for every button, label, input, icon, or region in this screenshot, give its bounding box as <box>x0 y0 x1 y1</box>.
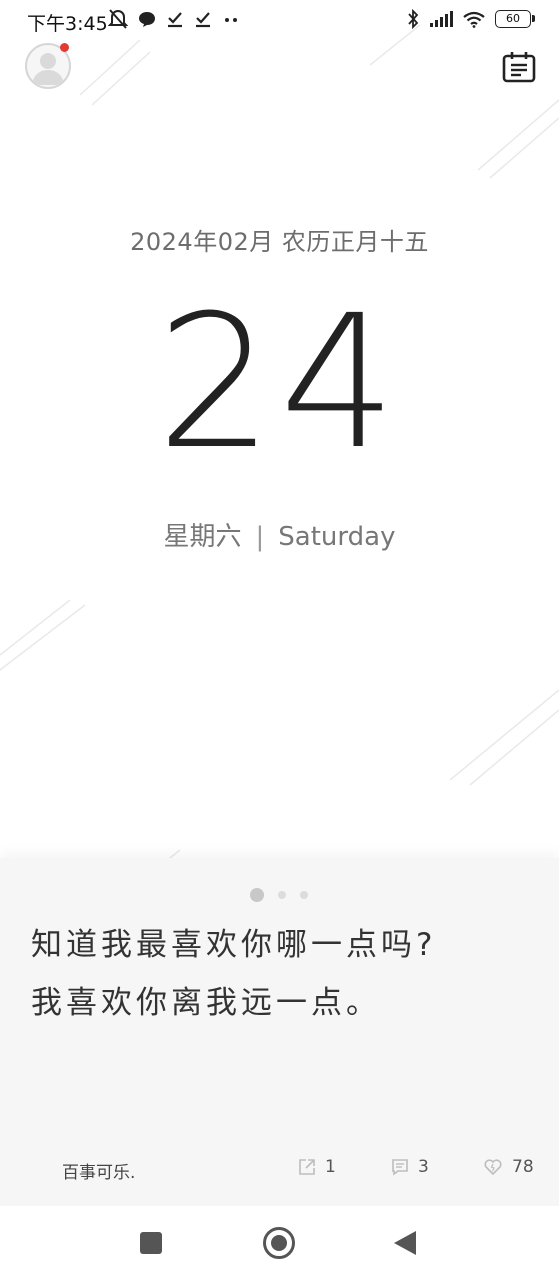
signal-icon <box>430 11 453 27</box>
share-icon <box>299 1159 315 1175</box>
quote-author[interactable]: 百事可乐. <box>62 1158 135 1183</box>
recents-button[interactable] <box>140 1232 162 1254</box>
bell-muted-icon <box>108 9 128 29</box>
date-and-lunar: 2024年02月 农历正月十五 <box>130 228 429 256</box>
share-count: 1 <box>325 1157 336 1177</box>
back-button[interactable] <box>394 1231 416 1255</box>
quote-text: 知道我最喜欢你哪一点吗? 我喜欢你离我远一点。 <box>31 916 541 1032</box>
status-right-icons: 60 <box>406 9 535 29</box>
status-left-icons <box>108 8 240 30</box>
comment-count: 3 <box>418 1157 429 1177</box>
quote-panel[interactable]: 知道我最喜欢你哪一点吗? 我喜欢你离我远一点。 百事可乐. 1 3 78 <box>0 858 559 1206</box>
weekday-chinese: 星期六 <box>163 522 242 552</box>
weekday-separator: | <box>255 522 265 552</box>
calendar-button[interactable] <box>501 50 537 84</box>
weekday-english: Saturday <box>278 522 396 552</box>
like-count: 78 <box>512 1157 534 1177</box>
page-dot-1 <box>250 888 264 902</box>
home-button[interactable] <box>263 1227 295 1259</box>
check-download-icon <box>168 12 182 28</box>
page-indicator <box>250 888 308 902</box>
comment-icon <box>392 1159 408 1176</box>
like-button[interactable]: 78 <box>483 1157 534 1177</box>
page-dot-3 <box>300 891 308 899</box>
system-nav-bar <box>0 1206 559 1280</box>
share-button[interactable]: 1 <box>298 1157 336 1177</box>
heart-icon <box>484 1159 502 1176</box>
calendar-card: 2024年02月 农历正月十五 24 星期六 | Saturday <box>0 0 559 858</box>
status-bar: 下午3:45 60 <box>0 0 559 40</box>
wifi-icon <box>463 11 485 28</box>
notification-dot <box>60 43 69 52</box>
comment-button[interactable]: 3 <box>391 1157 429 1177</box>
bluetooth-icon <box>408 9 419 29</box>
page-dot-2 <box>278 891 286 899</box>
weekday-line: 星期六 | Saturday <box>0 516 559 553</box>
quote-line-1: 知道我最喜欢你哪一点吗? <box>31 927 437 963</box>
check-download-icon-2 <box>196 12 210 28</box>
quote-footer: 百事可乐. 1 3 78 <box>0 1148 559 1188</box>
status-time: 下午3:45 <box>27 13 108 35</box>
day-number: 24 <box>156 276 403 490</box>
calendar-list-icon <box>502 52 536 83</box>
more-dots-icon <box>225 18 237 22</box>
message-bubble-icon <box>139 12 155 27</box>
quote-line-2: 我喜欢你离我远一点。 <box>31 985 381 1021</box>
battery-indicator: 60 <box>495 10 535 28</box>
